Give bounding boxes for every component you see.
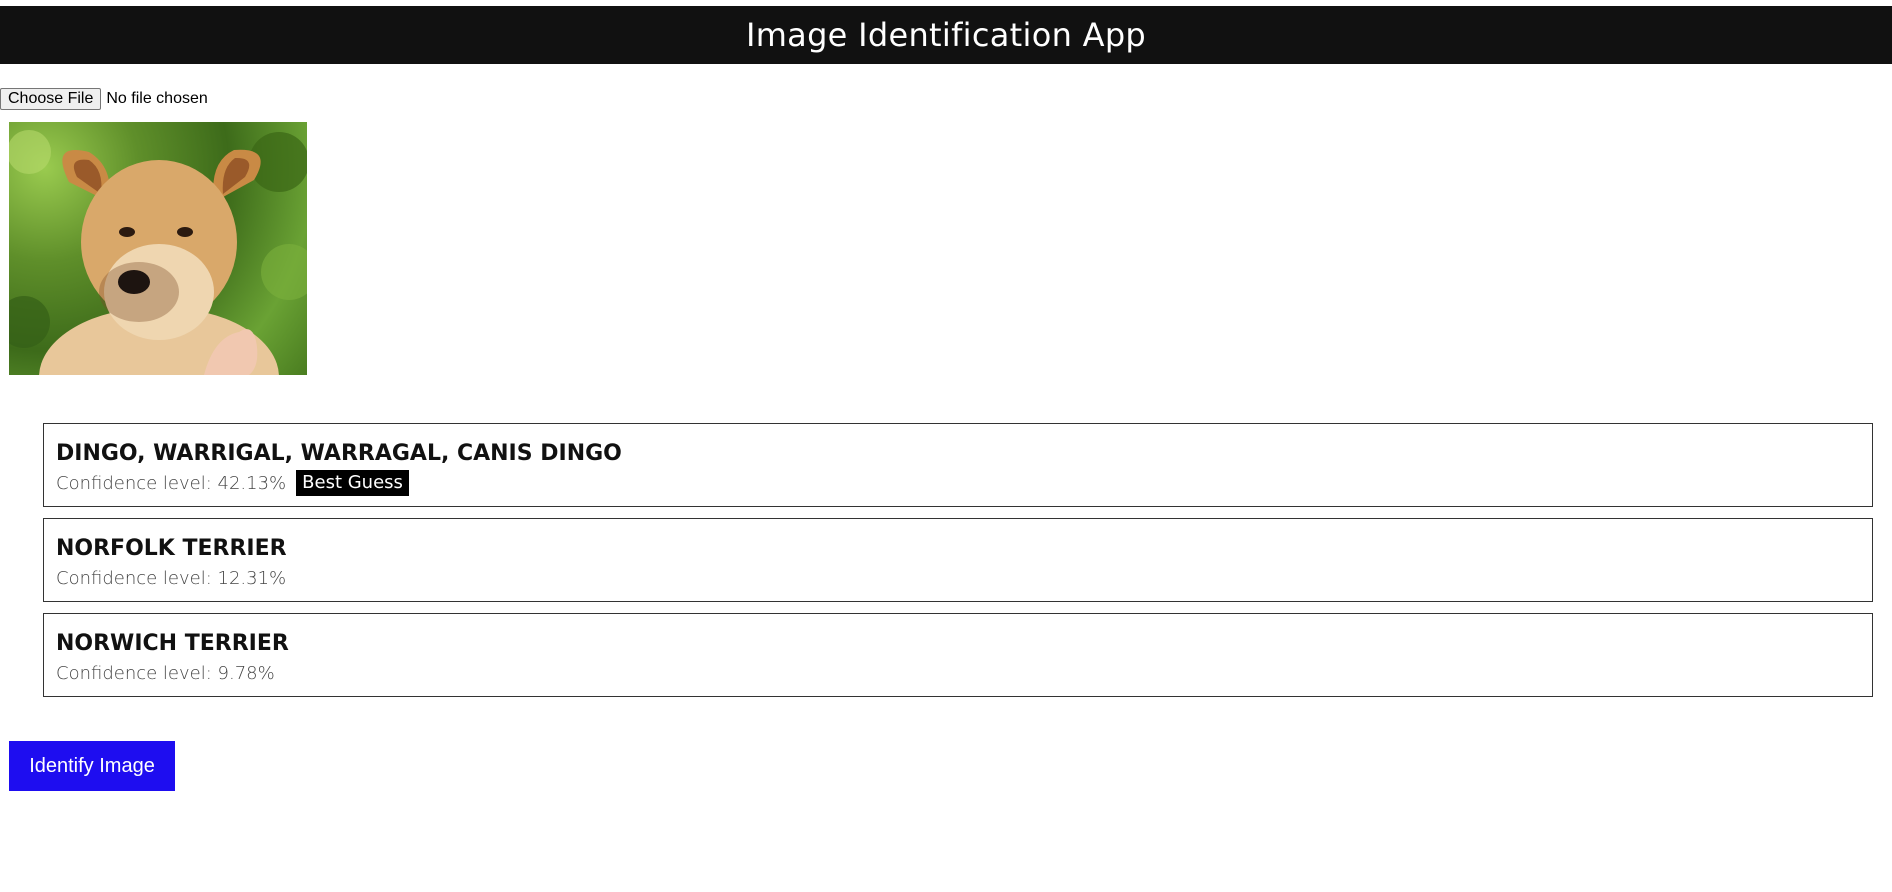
result-card: DINGO, WARRIGAL, WARRAGAL, CANIS DINGO C… (43, 423, 1873, 507)
result-confidence-row: Confidence level: 42.13% Best Guess (56, 469, 1860, 497)
best-guess-badge: Best Guess (296, 470, 409, 496)
result-label: NORFOLK TERRIER (56, 536, 287, 561)
result-confidence-row: Confidence level: 12.31% (56, 564, 1860, 592)
confidence-text: Confidence level: 12.31% (56, 567, 287, 589)
identify-image-button[interactable]: Identify Image (9, 741, 175, 791)
result-label: DINGO, WARRIGAL, WARRAGAL, CANIS DINGO (56, 441, 622, 466)
app-header: Image Identification App (0, 6, 1892, 64)
puppy-image (9, 130, 307, 375)
results-list: DINGO, WARRIGAL, WARRAGAL, CANIS DINGO C… (43, 423, 1873, 697)
result-card: NORWICH TERRIER Confidence level: 9.78% (43, 613, 1873, 697)
choose-file-button[interactable]: Choose File (0, 88, 102, 110)
file-picker[interactable]: Choose File No file chosen (0, 88, 1892, 110)
result-label: NORWICH TERRIER (56, 631, 289, 656)
confidence-text: Confidence level: 9.78% (56, 662, 275, 684)
result-card: NORFOLK TERRIER Confidence level: 12.31% (43, 518, 1873, 602)
file-status-text: No file chosen (106, 90, 208, 107)
confidence-text: Confidence level: 42.13% (56, 472, 287, 494)
result-confidence-row: Confidence level: 9.78% (56, 659, 1860, 687)
image-preview (9, 122, 307, 375)
app-title: Image Identification App (745, 16, 1147, 54)
